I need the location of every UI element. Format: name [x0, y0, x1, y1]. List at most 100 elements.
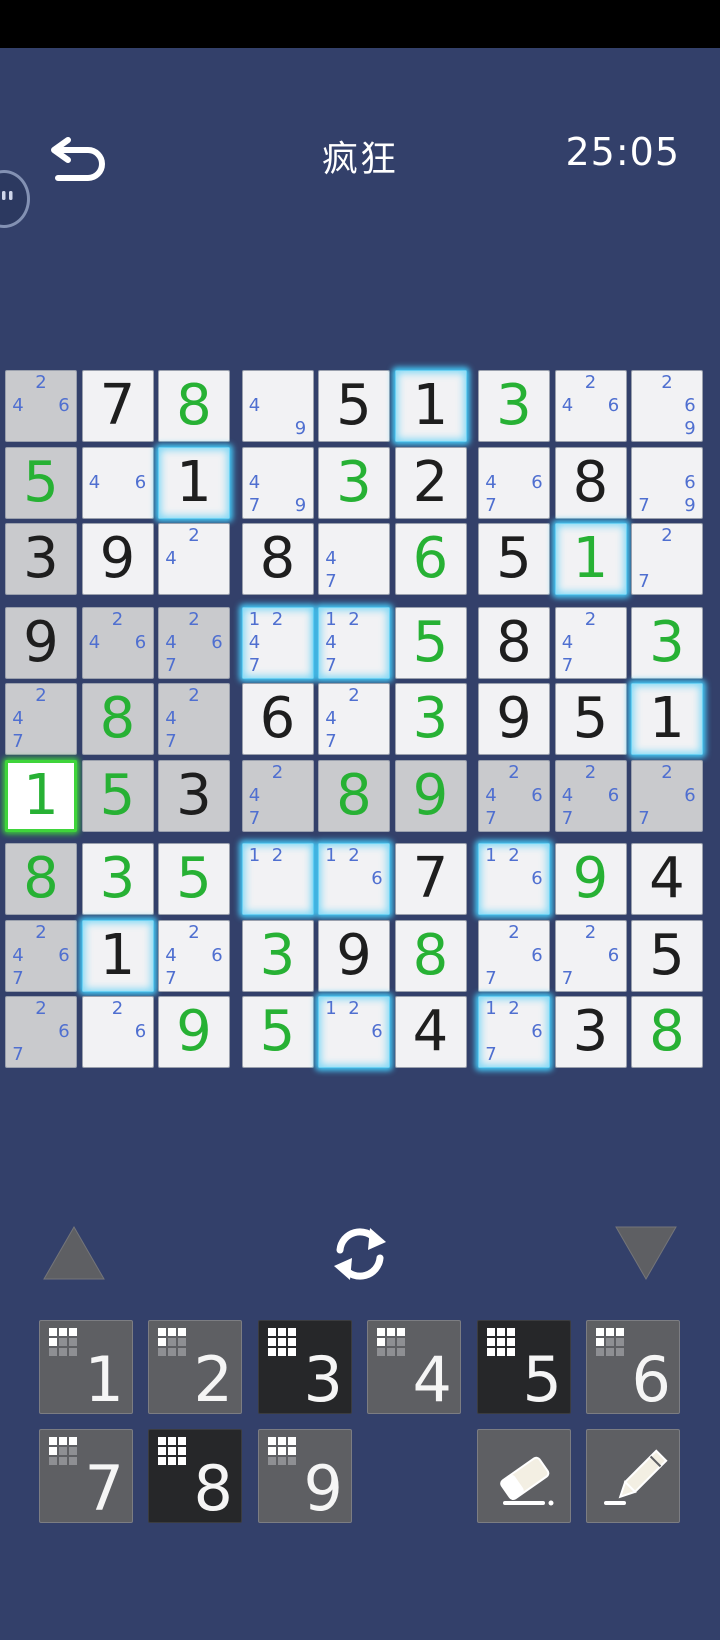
digit-key-9[interactable]: 9 — [258, 1429, 352, 1523]
sudoku-cell[interactable]: 49 — [241, 370, 314, 442]
pencil-note: 6 — [684, 471, 696, 493]
sudoku-cell[interactable]: 3 — [478, 370, 550, 442]
sudoku-cell[interactable]: 8 — [394, 919, 467, 992]
digit-key-7[interactable]: 7 — [39, 1429, 133, 1523]
digit-key-3[interactable]: 3 — [258, 1320, 352, 1414]
sudoku-cell[interactable]: 8 — [81, 683, 154, 755]
sudoku-cell[interactable]: 24 6 — [5, 370, 77, 442]
sudoku-cell[interactable]: 3 — [394, 683, 467, 755]
sudoku-cell[interactable]: 3 — [318, 446, 390, 519]
sudoku-cell[interactable]: 1 — [5, 759, 77, 832]
sudoku-cell[interactable]: 6 — [241, 683, 314, 755]
sudoku-cell[interactable]: 24 6 7 — [5, 919, 77, 992]
sudoku-cell[interactable]: 5 — [394, 606, 467, 679]
sudoku-cell[interactable]: 5 — [241, 996, 314, 1068]
sudoku-cell[interactable]: 24 — [158, 523, 230, 595]
given-digit: 1 — [649, 686, 685, 751]
sudoku-cell[interactable]: 46 — [81, 446, 154, 519]
sudoku-cell[interactable]: 5 — [158, 843, 230, 915]
digit-key-8[interactable]: 8 — [148, 1429, 242, 1523]
sudoku-cell[interactable]: 247 — [5, 683, 77, 755]
sudoku-cell[interactable]: 1 — [81, 919, 154, 992]
sudoku-cell[interactable]: 3 — [241, 919, 314, 992]
sudoku-cell[interactable]: 1 — [394, 370, 467, 442]
sudoku-cell[interactable]: 7 — [394, 843, 467, 915]
sudoku-cell[interactable]: 12 — [241, 843, 314, 915]
digit-key-4[interactable]: 4 — [367, 1320, 461, 1414]
digit-key-5[interactable]: 5 — [477, 1320, 571, 1414]
sudoku-cell[interactable]: 269 — [631, 370, 703, 442]
sudoku-cell[interactable]: 24 6 7 — [478, 759, 550, 832]
sudoku-cell[interactable]: 24 6 7 — [158, 919, 230, 992]
pencil-note: 2 — [584, 921, 597, 943]
sudoku-cell[interactable]: 26 7 — [5, 996, 77, 1068]
sudoku-cell[interactable]: 8 — [631, 996, 703, 1068]
triangle-up-icon[interactable] — [42, 1225, 106, 1281]
sudoku-cell[interactable]: 3 — [631, 606, 703, 679]
sudoku-cell[interactable]: 9 — [478, 683, 550, 755]
sudoku-cell[interactable]: 1 — [631, 683, 703, 755]
sudoku-cell[interactable]: 24 6 7 — [158, 606, 230, 679]
sudoku-cell[interactable]: 4 6 7 — [478, 446, 550, 519]
swap-arrows-icon[interactable] — [326, 1220, 394, 1288]
sudoku-cell[interactable]: 1247 — [241, 606, 314, 679]
digit-key-6[interactable]: 6 — [586, 1320, 680, 1414]
sudoku-cell[interactable]: 3 — [5, 523, 77, 595]
sudoku-cell[interactable]: 26 7 — [631, 759, 703, 832]
sudoku-cell[interactable]: 8 — [241, 523, 314, 595]
sudoku-cell[interactable]: 26 7 — [478, 919, 550, 992]
sudoku-cell[interactable]: 247 — [158, 683, 230, 755]
sudoku-cell[interactable]: 247 — [318, 683, 390, 755]
sudoku-cell[interactable]: 126 7 — [478, 996, 550, 1068]
sudoku-cell[interactable]: 9 — [554, 843, 627, 915]
sudoku-cell[interactable]: 5 — [554, 683, 627, 755]
sudoku-cell[interactable]: 247 — [241, 759, 314, 832]
sudoku-cell[interactable]: 7 — [81, 370, 154, 442]
sudoku-cell[interactable]: 8 — [5, 843, 77, 915]
sudoku-cell[interactable]: 3 — [81, 843, 154, 915]
sudoku-cell[interactable]: 126 — [318, 843, 390, 915]
sudoku-cell[interactable]: 5 — [631, 919, 703, 992]
sudoku-cell[interactable]: 4 — [394, 996, 467, 1068]
sudoku-cell[interactable]: 47 — [318, 523, 390, 595]
sudoku-cell[interactable]: 9 — [394, 759, 467, 832]
sudoku-cell[interactable]: 8 — [554, 446, 627, 519]
pencil-notes-button[interactable] — [586, 1429, 680, 1523]
sudoku-cell[interactable]: 2 — [394, 446, 467, 519]
eraser-button[interactable] — [477, 1429, 571, 1523]
sudoku-cell[interactable]: 5 — [81, 759, 154, 832]
digit-key-1[interactable]: 1 — [39, 1320, 133, 1414]
sudoku-cell[interactable]: 6 — [394, 523, 467, 595]
sudoku-cell[interactable]: 8 — [478, 606, 550, 679]
sudoku-cell[interactable]: 24 6 — [554, 370, 627, 442]
sudoku-cell[interactable]: 9 — [318, 919, 390, 992]
sudoku-cell[interactable]: 8 — [318, 759, 390, 832]
sudoku-cell[interactable]: 9 — [81, 523, 154, 595]
sudoku-cell[interactable]: 126 — [478, 843, 550, 915]
sudoku-cell[interactable]: 24 6 7 — [554, 759, 627, 832]
sudoku-cell[interactable]: 8 — [158, 370, 230, 442]
triangle-down-icon[interactable] — [614, 1225, 678, 1281]
sudoku-cell[interactable]: 3 — [158, 759, 230, 832]
sudoku-cell[interactable]: 24 6 — [81, 606, 154, 679]
digit-key-2[interactable]: 2 — [148, 1320, 242, 1414]
sudoku-cell[interactable]: 5 — [318, 370, 390, 442]
sudoku-cell[interactable]: 1247 — [318, 606, 390, 679]
sudoku-cell[interactable]: 26 7 — [554, 919, 627, 992]
sudoku-cell[interactable]: 9 — [5, 606, 77, 679]
sudoku-cell[interactable]: 5 — [478, 523, 550, 595]
sudoku-cell[interactable]: 5 — [5, 446, 77, 519]
sudoku-cell[interactable]: 6 7 9 — [631, 446, 703, 519]
entered-digit: 9 — [176, 999, 212, 1064]
sudoku-cell[interactable]: 247 — [554, 606, 627, 679]
sudoku-cell[interactable]: 126 — [318, 996, 390, 1068]
sudoku-cell[interactable]: 27 — [631, 523, 703, 595]
sudoku-cell[interactable]: 47 9 — [241, 446, 314, 519]
digit-key-label: 9 — [303, 1452, 343, 1525]
sudoku-cell[interactable]: 1 — [554, 523, 627, 595]
sudoku-cell[interactable]: 26 — [81, 996, 154, 1068]
sudoku-cell[interactable]: 9 — [158, 996, 230, 1068]
sudoku-cell[interactable]: 1 — [158, 446, 230, 519]
sudoku-cell[interactable]: 3 — [554, 996, 627, 1068]
sudoku-cell[interactable]: 4 — [631, 843, 703, 915]
